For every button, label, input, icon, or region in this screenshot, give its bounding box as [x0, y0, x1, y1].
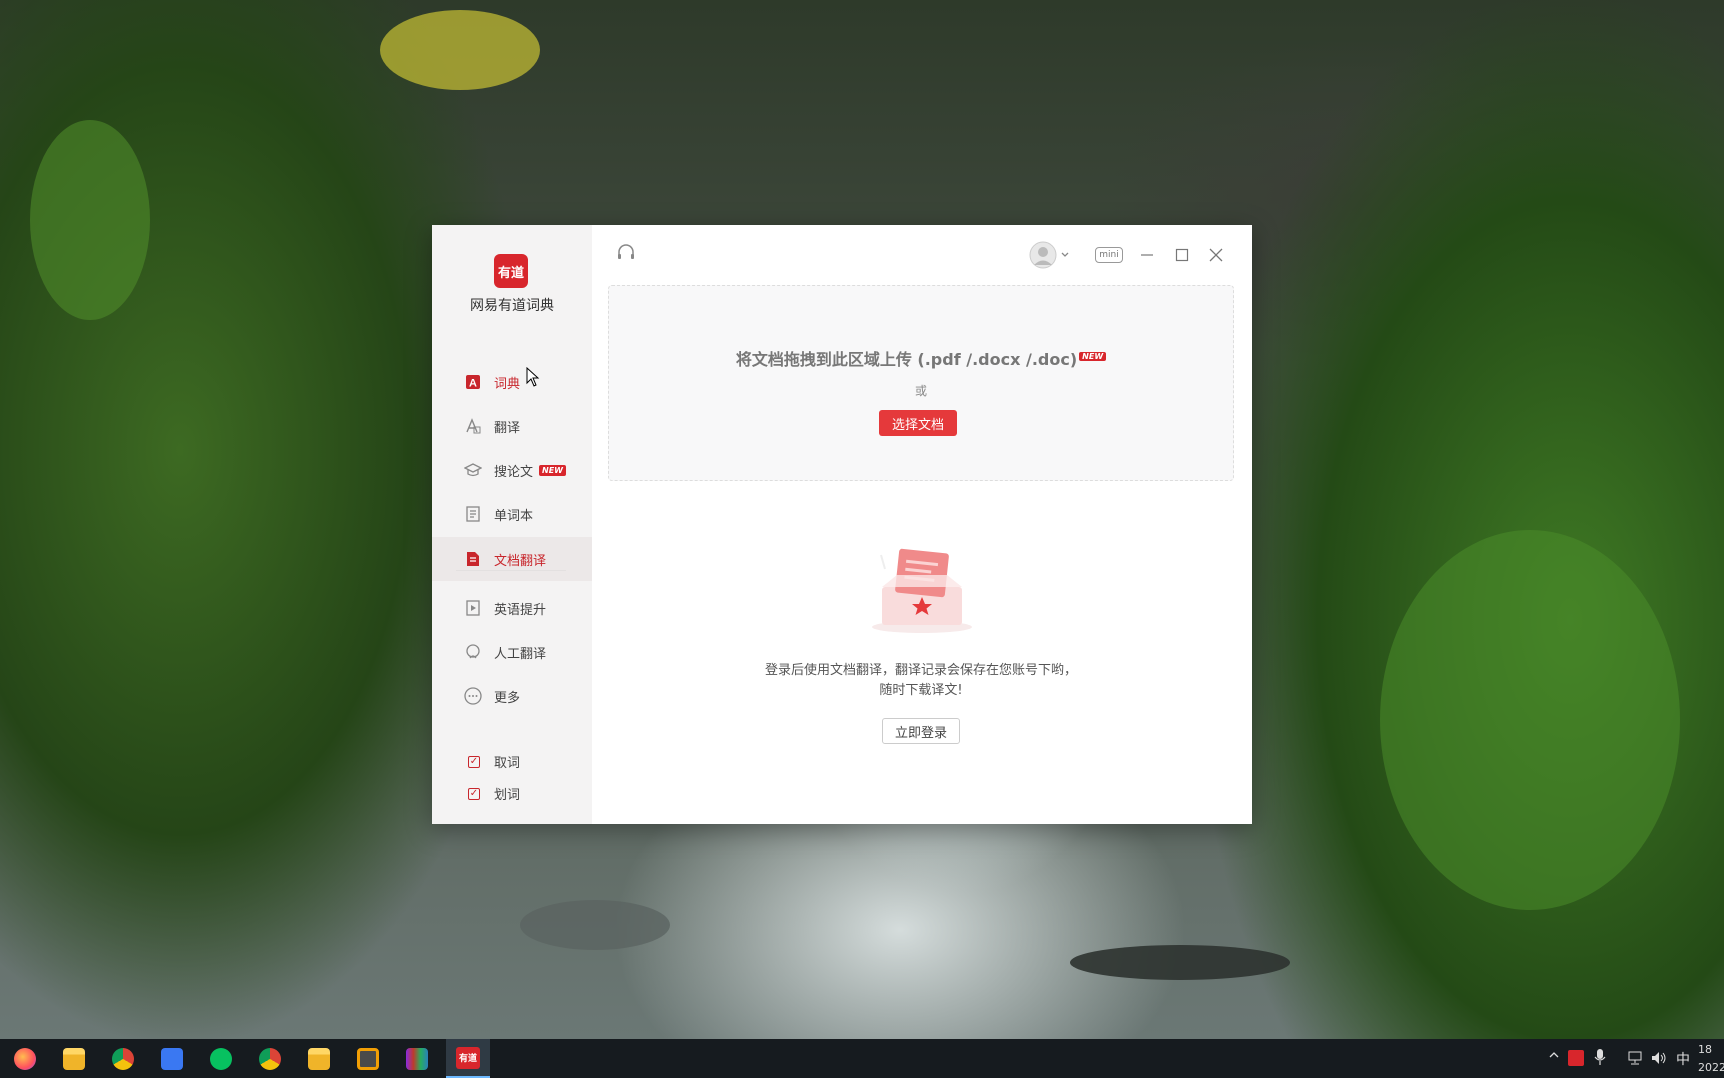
- winrar-icon[interactable]: [402, 1044, 432, 1074]
- mini-mode-button[interactable]: mini: [1095, 247, 1123, 263]
- check-label: 划词: [494, 788, 521, 803]
- graduation-cap-icon: [464, 461, 482, 479]
- sublime-text-icon[interactable]: [353, 1044, 383, 1074]
- mouse-cursor-icon: [526, 367, 540, 387]
- chevron-up-icon[interactable]: [1548, 1049, 1560, 1065]
- headset-icon[interactable]: [616, 243, 636, 267]
- firefox-icon[interactable]: [10, 1044, 40, 1074]
- human-translate-icon: [464, 643, 482, 661]
- clock-time: 18: [1698, 1043, 1712, 1056]
- new-badge: NEW: [539, 464, 566, 476]
- microphone-icon[interactable]: [1594, 1048, 1606, 1070]
- background-foliage: [1380, 530, 1680, 910]
- sidebar-item-label: 更多: [494, 690, 521, 706]
- sidebar-item-human-translate[interactable]: 人工翻译: [432, 631, 592, 673]
- volume-icon[interactable]: [1650, 1050, 1668, 1070]
- translate-icon: [464, 417, 482, 435]
- more-icon: [464, 687, 482, 705]
- youdao-taskbar-button[interactable]: 有道: [446, 1039, 490, 1078]
- wordbook-icon: [464, 505, 482, 523]
- sidebar-item-english-improve[interactable]: 英语提升: [432, 587, 592, 629]
- youdao-dictionary-window: 有道 网易有道词典 A 词典 翻译 搜论文 NEW 单词本 文档翻译 英语提升 …: [432, 225, 1252, 824]
- login-prompt-line2: 随时下载译文!: [879, 683, 963, 698]
- sidebar-item-more[interactable]: 更多: [432, 675, 592, 717]
- input-method-indicator[interactable]: 中: [1676, 1049, 1690, 1069]
- dropzone-title-text: 将文档拖拽到此区域上传 (.pdf /.docx /.doc): [735, 350, 1078, 369]
- youdao-icon: 有道: [456, 1046, 480, 1069]
- app-name: 网易有道词典: [470, 298, 554, 314]
- main-panel: mini 将文档拖拽到此区域上传 (.pdf /.docx /.doc) NEW …: [592, 225, 1252, 824]
- background-foliage: [380, 10, 540, 90]
- sidebar-item-label: 单词本: [494, 508, 534, 524]
- upload-dropzone[interactable]: 将文档拖拽到此区域上传 (.pdf /.docx /.doc) NEW 或 选择文…: [608, 285, 1234, 481]
- folder-icon[interactable]: [304, 1044, 334, 1074]
- maximize-icon[interactable]: [1174, 247, 1190, 267]
- or-text: 或: [914, 384, 927, 398]
- sidebar-item-wordbook[interactable]: 单词本: [432, 493, 592, 535]
- checkbox-checked[interactable]: ✓: [468, 755, 480, 768]
- network-icon[interactable]: [1626, 1050, 1644, 1070]
- sidebar-item-label: 人工翻译: [494, 646, 547, 662]
- clock-date: 2022: [1698, 1061, 1724, 1074]
- background-rock: [1070, 945, 1290, 980]
- login-prompt-text: 登录后使用文档翻译，翻译记录会保存在您账号下哟， 随时下载译文!: [592, 661, 1250, 701]
- svg-text:A: A: [469, 378, 477, 390]
- login-prompt-line1: 登录后使用文档翻译，翻译记录会保存在您账号下哟，: [764, 663, 1077, 678]
- sidebar-item-label: 翻译: [494, 420, 521, 436]
- sidebar-item-label: 文档翻译: [494, 553, 547, 569]
- dropzone-title: 将文档拖拽到此区域上传 (.pdf /.docx /.doc) NEW: [609, 346, 1233, 370]
- sidebar-item-label: 英语提升: [494, 602, 547, 618]
- minimize-icon[interactable]: [1139, 247, 1155, 267]
- background-foliage: [30, 120, 150, 320]
- file-explorer-icon[interactable]: [59, 1044, 89, 1074]
- sidebar-item-label: 搜论文: [494, 464, 534, 480]
- sidebar-item-search-papers[interactable]: 搜论文 NEW: [432, 449, 592, 491]
- new-badge: NEW: [1079, 352, 1107, 361]
- sidebar-item-dictionary[interactable]: A 词典: [432, 361, 592, 403]
- word-select-toggle[interactable]: ✓ 划词: [468, 784, 520, 803]
- check-label: 取词: [494, 756, 521, 771]
- login-button[interactable]: 立即登录: [882, 718, 960, 744]
- taskbar: 有道 中 18 2022: [0, 1039, 1724, 1078]
- document-icon: [464, 550, 482, 568]
- wechat-icon[interactable]: [206, 1044, 236, 1074]
- sidebar: 有道 网易有道词典 A 词典 翻译 搜论文 NEW 单词本 文档翻译 英语提升 …: [432, 225, 592, 824]
- play-book-icon: [464, 599, 482, 617]
- sidebar-item-translate[interactable]: 翻译: [432, 405, 592, 447]
- background-rock: [520, 900, 670, 950]
- checkbox-checked[interactable]: ✓: [468, 787, 480, 800]
- clock[interactable]: 18 2022: [1698, 1041, 1724, 1077]
- chrome-icon[interactable]: [255, 1044, 285, 1074]
- feishu-icon[interactable]: [157, 1044, 187, 1074]
- youdao-tray-icon[interactable]: [1568, 1050, 1584, 1066]
- dictionary-icon: A: [464, 373, 482, 391]
- choose-document-button[interactable]: 选择文档: [879, 410, 957, 436]
- close-icon[interactable]: [1208, 247, 1224, 267]
- sidebar-item-document-translate[interactable]: 文档翻译: [432, 537, 592, 581]
- empty-inbox-illustration: [867, 545, 977, 635]
- app-logo: 有道: [494, 254, 528, 288]
- avatar[interactable]: [1029, 241, 1071, 273]
- sidebar-divider: [456, 570, 566, 571]
- chrome-icon[interactable]: [108, 1044, 138, 1074]
- word-pick-toggle[interactable]: ✓ 取词: [468, 752, 520, 771]
- sidebar-item-label: 词典: [494, 376, 521, 392]
